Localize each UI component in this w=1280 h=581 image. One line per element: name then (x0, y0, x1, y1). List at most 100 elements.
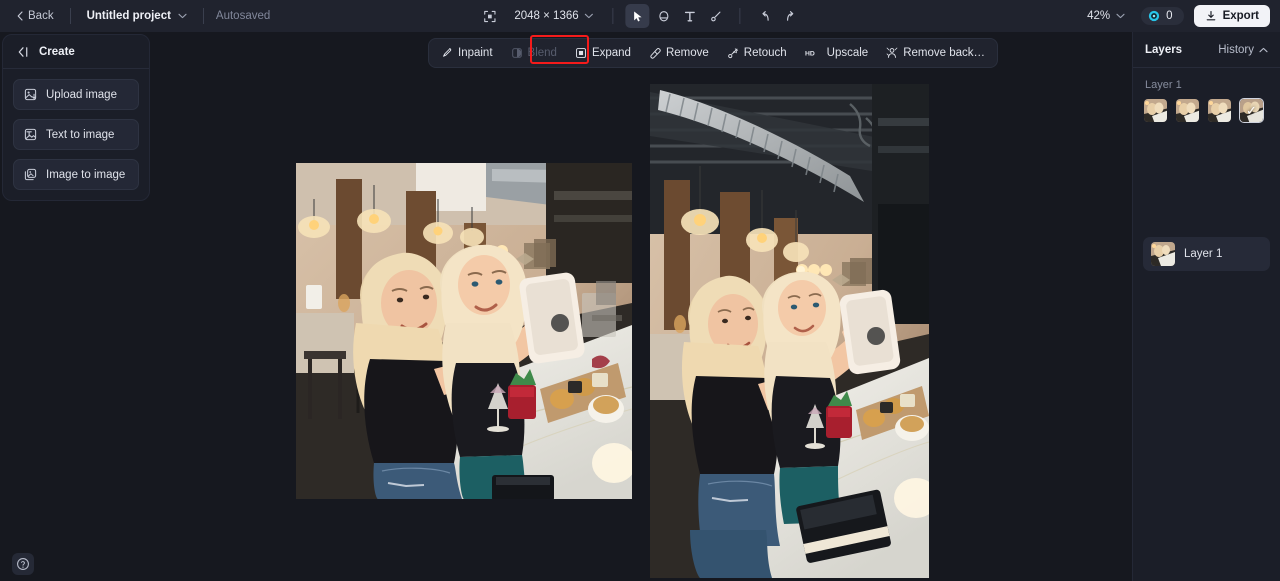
zoom-level-dropdown[interactable]: 42% (1081, 6, 1131, 26)
history-group-label: Layer 1 (1145, 79, 1182, 91)
undo-icon (762, 10, 769, 21)
top-bar-tools: 2048 × 1366 (477, 0, 802, 32)
inpaint-label: Inpaint (458, 47, 493, 59)
credits-badge[interactable]: 0 (1141, 7, 1184, 25)
text-to-image-icon (24, 128, 37, 141)
remove-button[interactable]: Remove (641, 42, 717, 64)
retouch-button[interactable]: Retouch (719, 42, 795, 64)
upscale-label: Upscale (826, 47, 869, 59)
download-icon (1206, 10, 1215, 21)
sidebar-item-label: Upload image (46, 88, 117, 101)
crop-icon (483, 10, 496, 22)
inpaint-button[interactable]: Inpaint (433, 42, 501, 64)
chevron-down-icon (178, 13, 187, 19)
export-button[interactable]: Export (1193, 5, 1270, 27)
layer-thumbnail-image (1151, 242, 1175, 266)
expanded-image[interactable] (650, 84, 929, 578)
sidebar-item-image-to-image[interactable]: Image to image (13, 159, 139, 190)
redo-icon (786, 10, 794, 21)
help-button[interactable] (12, 553, 34, 575)
history-thumbnail[interactable] (1175, 98, 1200, 123)
zoom-level-label: 42% (1087, 10, 1111, 22)
history-thumbnail-image (1208, 99, 1231, 122)
image-to-image-icon (24, 168, 37, 181)
remove-background-label: Remove back… (903, 47, 986, 59)
sidebar-item-upload-image[interactable]: Upload image (13, 79, 139, 110)
create-panel-header[interactable]: Create (3, 35, 149, 69)
autosaved-status: Autosaved (215, 10, 271, 22)
blend-icon (511, 48, 522, 58)
history-label: History (1218, 44, 1254, 56)
layers-panel: Layers History Layer 1 ✓ Layer 1 (1132, 32, 1280, 581)
history-thumbnail[interactable] (1207, 98, 1232, 123)
create-panel-title: Create (39, 46, 75, 58)
selected-check-icon: ✓ (1246, 102, 1257, 118)
sidebar-item-label: Text to image (46, 128, 115, 141)
remove-label: Remove (665, 47, 709, 59)
expand-icon (576, 48, 586, 58)
divider (69, 8, 71, 24)
chevron-down-icon (1116, 13, 1125, 19)
select-tool-button[interactable] (625, 4, 650, 28)
project-name-label: Untitled project (86, 10, 171, 22)
chevron-left-icon (17, 11, 23, 21)
text-icon (684, 11, 695, 21)
expand-button[interactable]: Expand (567, 42, 639, 64)
cursor-arrow-icon (633, 10, 642, 22)
project-name-dropdown[interactable]: Untitled project (81, 6, 193, 26)
canvas-dimensions-label: 2048 × 1366 (514, 10, 579, 22)
sidebar-item-text-to-image[interactable]: Text to image (13, 119, 139, 150)
expanded-image-content (650, 84, 929, 578)
create-panel: Create Upload image Text to image Image … (2, 34, 150, 201)
layer-row[interactable]: Layer 1 (1143, 237, 1270, 271)
redo-button[interactable] (779, 4, 803, 28)
brush-tool-button[interactable] (704, 4, 728, 28)
history-thumbnail-selected[interactable]: ✓ (1239, 98, 1264, 123)
layers-list: Layer 1 (1133, 237, 1280, 271)
upload-image-icon (24, 88, 37, 101)
top-bar-left: Back Untitled project Autosaved (0, 0, 270, 32)
upscale-button[interactable]: HD Upscale (797, 42, 877, 64)
upscale-icon: HD (805, 51, 815, 58)
divider (612, 8, 614, 24)
history-thumbnail[interactable] (1143, 98, 1168, 123)
history-thumbnail-image (1176, 99, 1199, 122)
history-toggle[interactable]: History (1218, 44, 1268, 56)
history-thumbnails: ✓ (1133, 98, 1280, 123)
layer-label: Layer 1 (1184, 248, 1223, 260)
image-editor-app: Back Untitled project Autosaved 2048 × 1… (0, 0, 1280, 581)
back-label: Back (28, 10, 54, 22)
remove-icon (650, 48, 661, 59)
sidebar-item-label: Image to image (46, 168, 126, 181)
remove-background-icon (886, 47, 898, 58)
original-image-content (296, 163, 632, 499)
top-bar: Back Untitled project Autosaved 2048 × 1… (0, 0, 1280, 32)
brush-icon (710, 11, 721, 21)
expand-label: Expand (591, 47, 631, 59)
crop-tool-button[interactable] (477, 4, 501, 28)
divider (202, 8, 204, 24)
collapse-panel-icon (18, 47, 28, 57)
original-image[interactable] (296, 163, 632, 499)
create-options-list: Upload image Text to image Image to imag… (3, 69, 149, 190)
top-bar-right: 42% 0 Export (1081, 0, 1270, 32)
text-tool-button[interactable] (678, 4, 702, 28)
credit-coin-icon (1149, 10, 1160, 22)
chevron-down-icon (585, 13, 594, 19)
retouch-label: Retouch (743, 47, 787, 59)
back-button[interactable]: Back (10, 6, 60, 26)
layers-panel-header: Layers History (1133, 32, 1280, 68)
divider (739, 8, 741, 24)
retouch-icon (727, 48, 738, 59)
inpaint-icon (443, 48, 452, 57)
undo-button[interactable] (753, 4, 777, 28)
eraser-tool-button[interactable] (652, 4, 676, 28)
canvas-area[interactable] (150, 32, 1132, 581)
canvas-dimensions-dropdown[interactable]: 2048 × 1366 (507, 6, 600, 26)
svg-text:HD: HD (805, 51, 815, 58)
export-label: Export (1222, 10, 1259, 22)
edit-toolbar: Inpaint Blend Expand Remove Retouch HD U… (428, 38, 999, 68)
layer-thumbnail (1151, 242, 1175, 266)
eraser-icon (659, 10, 669, 21)
remove-background-button[interactable]: Remove back… (878, 42, 993, 64)
